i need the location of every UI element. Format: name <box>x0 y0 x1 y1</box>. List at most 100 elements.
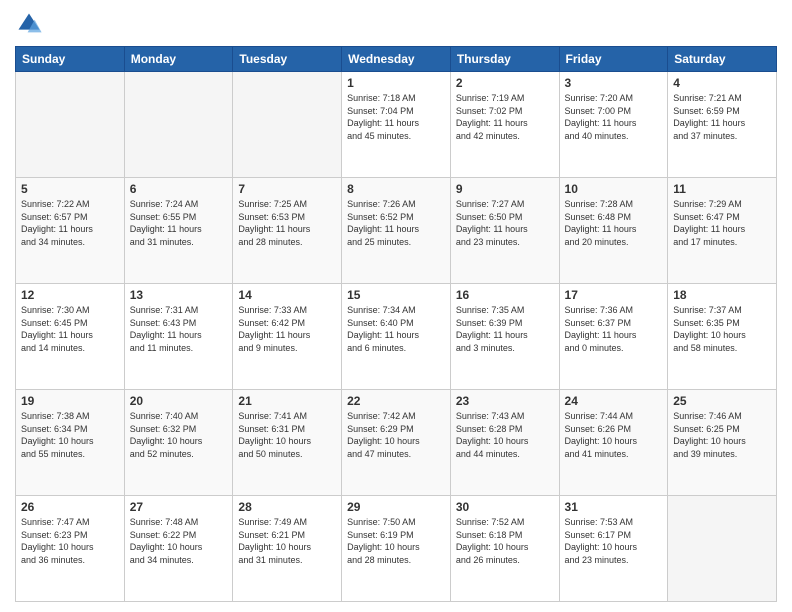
calendar-cell: 6Sunrise: 7:24 AM Sunset: 6:55 PM Daylig… <box>124 178 233 284</box>
calendar-cell: 7 Sunrise: 7:25 AM Sunset: 6:53 PM Daylig… <box>233 178 342 284</box>
weekday-sunday: Sunday <box>16 47 125 72</box>
calendar-cell: 12 Sunrise: 7:30 AM Sunset: 6:45 PM Dayli… <box>16 284 125 390</box>
calendar-cell: 22 Sunrise: 7:42 AM Sunset: 6:29 PM Dayli… <box>342 390 451 496</box>
day-number: 11 <box>673 182 771 196</box>
calendar-week-3: 12 Sunrise: 7:30 AM Sunset: 6:45 PM Dayli… <box>16 284 777 390</box>
cell-info: Sunrise: 7:33 AM Sunset: 6:42 PM Dayligh… <box>238 304 336 354</box>
weekday-friday: Friday <box>559 47 668 72</box>
calendar-cell: 27Sunrise: 7:48 AM Sunset: 6:22 PM Dayli… <box>124 496 233 602</box>
cell-info: Sunrise: 7:30 AM Sunset: 6:45 PM Dayligh… <box>21 304 119 354</box>
day-number: 4 <box>673 76 771 90</box>
day-number: 16 <box>456 288 554 302</box>
calendar-cell: 4 Sunrise: 7:21 AM Sunset: 6:59 PM Daylig… <box>668 72 777 178</box>
calendar-cell: 8Sunrise: 7:26 AM Sunset: 6:52 PM Daylig… <box>342 178 451 284</box>
cell-info: Sunrise: 7:42 AM Sunset: 6:29 PM Dayligh… <box>347 410 445 460</box>
cell-info: Sunrise: 7:18 AM Sunset: 7:04 PM Dayligh… <box>347 92 445 142</box>
logo-icon <box>15 10 43 38</box>
calendar-cell: 9 Sunrise: 7:27 AM Sunset: 6:50 PM Daylig… <box>450 178 559 284</box>
day-number: 24 <box>565 394 663 408</box>
cell-info: Sunrise: 7:38 AM Sunset: 6:34 PM Dayligh… <box>21 410 119 460</box>
calendar-cell: 3 Sunrise: 7:20 AM Sunset: 7:00 PM Daylig… <box>559 72 668 178</box>
day-number: 22 <box>347 394 445 408</box>
calendar-cell: 18 Sunrise: 7:37 AM Sunset: 6:35 PM Dayli… <box>668 284 777 390</box>
day-number: 25 <box>673 394 771 408</box>
day-number: 6 <box>130 182 228 196</box>
calendar-week-1: 1Sunrise: 7:18 AM Sunset: 7:04 PM Daylig… <box>16 72 777 178</box>
day-number: 20 <box>130 394 228 408</box>
header <box>15 10 777 38</box>
cell-info: Sunrise: 7:29 AM Sunset: 6:47 PM Dayligh… <box>673 198 771 248</box>
day-number: 9 <box>456 182 554 196</box>
day-number: 2 <box>456 76 554 90</box>
weekday-tuesday: Tuesday <box>233 47 342 72</box>
calendar-cell: 23 Sunrise: 7:43 AM Sunset: 6:28 PM Dayli… <box>450 390 559 496</box>
calendar-cell: 28 Sunrise: 7:49 AM Sunset: 6:21 PM Dayli… <box>233 496 342 602</box>
calendar-week-5: 26 Sunrise: 7:47 AM Sunset: 6:23 PM Dayli… <box>16 496 777 602</box>
cell-info: Sunrise: 7:52 AM Sunset: 6:18 PM Dayligh… <box>456 516 554 566</box>
logo <box>15 10 47 38</box>
calendar-cell: 14 Sunrise: 7:33 AM Sunset: 6:42 PM Dayli… <box>233 284 342 390</box>
cell-info: Sunrise: 7:50 AM Sunset: 6:19 PM Dayligh… <box>347 516 445 566</box>
calendar-cell <box>668 496 777 602</box>
day-number: 27 <box>130 500 228 514</box>
cell-info: Sunrise: 7:40 AM Sunset: 6:32 PM Dayligh… <box>130 410 228 460</box>
day-number: 21 <box>238 394 336 408</box>
day-number: 19 <box>21 394 119 408</box>
cell-info: Sunrise: 7:53 AM Sunset: 6:17 PM Dayligh… <box>565 516 663 566</box>
calendar-cell: 2 Sunrise: 7:19 AM Sunset: 7:02 PM Daylig… <box>450 72 559 178</box>
cell-info: Sunrise: 7:47 AM Sunset: 6:23 PM Dayligh… <box>21 516 119 566</box>
weekday-monday: Monday <box>124 47 233 72</box>
cell-info: Sunrise: 7:35 AM Sunset: 6:39 PM Dayligh… <box>456 304 554 354</box>
calendar-cell: 24 Sunrise: 7:44 AM Sunset: 6:26 PM Dayli… <box>559 390 668 496</box>
day-number: 14 <box>238 288 336 302</box>
calendar-cell: 16 Sunrise: 7:35 AM Sunset: 6:39 PM Dayli… <box>450 284 559 390</box>
cell-info: Sunrise: 7:49 AM Sunset: 6:21 PM Dayligh… <box>238 516 336 566</box>
calendar-cell: 15Sunrise: 7:34 AM Sunset: 6:40 PM Dayli… <box>342 284 451 390</box>
calendar-cell: 13Sunrise: 7:31 AM Sunset: 6:43 PM Dayli… <box>124 284 233 390</box>
cell-info: Sunrise: 7:46 AM Sunset: 6:25 PM Dayligh… <box>673 410 771 460</box>
cell-info: Sunrise: 7:27 AM Sunset: 6:50 PM Dayligh… <box>456 198 554 248</box>
cell-info: Sunrise: 7:25 AM Sunset: 6:53 PM Dayligh… <box>238 198 336 248</box>
calendar-cell: 21 Sunrise: 7:41 AM Sunset: 6:31 PM Dayli… <box>233 390 342 496</box>
cell-info: Sunrise: 7:21 AM Sunset: 6:59 PM Dayligh… <box>673 92 771 142</box>
day-number: 7 <box>238 182 336 196</box>
page: SundayMondayTuesdayWednesdayThursdayFrid… <box>0 0 792 612</box>
calendar-cell: 29 Sunrise: 7:50 AM Sunset: 6:19 PM Dayli… <box>342 496 451 602</box>
cell-info: Sunrise: 7:44 AM Sunset: 6:26 PM Dayligh… <box>565 410 663 460</box>
day-number: 18 <box>673 288 771 302</box>
weekday-wednesday: Wednesday <box>342 47 451 72</box>
calendar-cell: 31 Sunrise: 7:53 AM Sunset: 6:17 PM Dayli… <box>559 496 668 602</box>
cell-info: Sunrise: 7:43 AM Sunset: 6:28 PM Dayligh… <box>456 410 554 460</box>
calendar-week-4: 19 Sunrise: 7:38 AM Sunset: 6:34 PM Dayli… <box>16 390 777 496</box>
cell-info: Sunrise: 7:36 AM Sunset: 6:37 PM Dayligh… <box>565 304 663 354</box>
weekday-saturday: Saturday <box>668 47 777 72</box>
calendar-cell: 30 Sunrise: 7:52 AM Sunset: 6:18 PM Dayli… <box>450 496 559 602</box>
day-number: 13 <box>130 288 228 302</box>
calendar-week-2: 5Sunrise: 7:22 AM Sunset: 6:57 PM Daylig… <box>16 178 777 284</box>
day-number: 31 <box>565 500 663 514</box>
cell-info: Sunrise: 7:20 AM Sunset: 7:00 PM Dayligh… <box>565 92 663 142</box>
cell-info: Sunrise: 7:41 AM Sunset: 6:31 PM Dayligh… <box>238 410 336 460</box>
day-number: 30 <box>456 500 554 514</box>
cell-info: Sunrise: 7:37 AM Sunset: 6:35 PM Dayligh… <box>673 304 771 354</box>
calendar-cell: 25 Sunrise: 7:46 AM Sunset: 6:25 PM Dayli… <box>668 390 777 496</box>
calendar-table: SundayMondayTuesdayWednesdayThursdayFrid… <box>15 46 777 602</box>
calendar-cell <box>124 72 233 178</box>
day-number: 3 <box>565 76 663 90</box>
day-number: 28 <box>238 500 336 514</box>
calendar-cell: 19 Sunrise: 7:38 AM Sunset: 6:34 PM Dayli… <box>16 390 125 496</box>
day-number: 29 <box>347 500 445 514</box>
calendar-cell: 1Sunrise: 7:18 AM Sunset: 7:04 PM Daylig… <box>342 72 451 178</box>
weekday-header-row: SundayMondayTuesdayWednesdayThursdayFrid… <box>16 47 777 72</box>
day-number: 26 <box>21 500 119 514</box>
cell-info: Sunrise: 7:28 AM Sunset: 6:48 PM Dayligh… <box>565 198 663 248</box>
day-number: 12 <box>21 288 119 302</box>
cell-info: Sunrise: 7:26 AM Sunset: 6:52 PM Dayligh… <box>347 198 445 248</box>
calendar-cell: 20 Sunrise: 7:40 AM Sunset: 6:32 PM Dayli… <box>124 390 233 496</box>
day-number: 23 <box>456 394 554 408</box>
cell-info: Sunrise: 7:19 AM Sunset: 7:02 PM Dayligh… <box>456 92 554 142</box>
weekday-thursday: Thursday <box>450 47 559 72</box>
day-number: 17 <box>565 288 663 302</box>
calendar-cell <box>233 72 342 178</box>
calendar-cell: 10Sunrise: 7:28 AM Sunset: 6:48 PM Dayli… <box>559 178 668 284</box>
